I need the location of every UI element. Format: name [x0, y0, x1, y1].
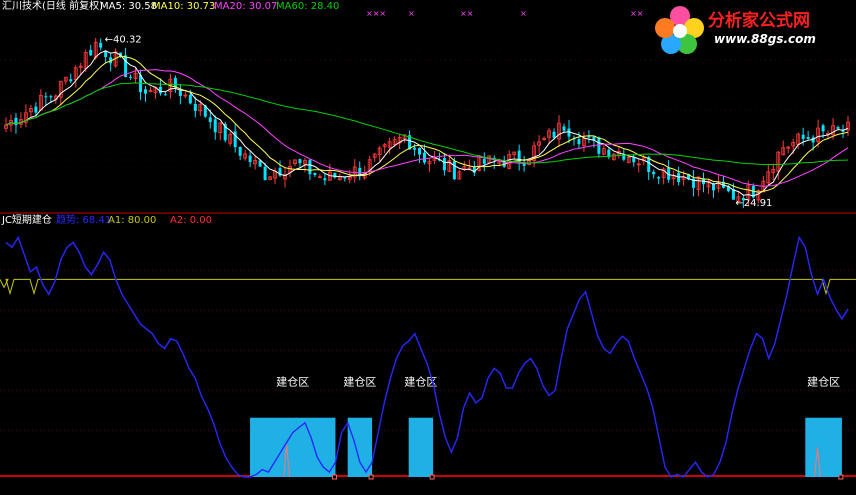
candle-body — [442, 158, 446, 171]
chart-canvas: ←40.32←24.91×××××××××建仓区建仓区建仓区建仓区建仓区 — [0, 9, 856, 480]
candle-body — [806, 136, 810, 139]
candle-body — [248, 155, 252, 162]
ma10-line — [5, 55, 849, 193]
candle-body — [298, 159, 302, 164]
candle-body — [836, 126, 840, 129]
top-signal-marker: ×× — [460, 9, 473, 18]
top-signal-marker: × — [520, 9, 527, 18]
ma10-label: MA10: 30.73 — [152, 1, 216, 12]
candle-body — [49, 96, 53, 98]
candle-body — [323, 178, 327, 181]
top-signal-marker: ×× — [630, 9, 643, 18]
candle-body — [99, 42, 103, 48]
candle-body — [129, 76, 133, 78]
top-signal-marker: × — [408, 9, 415, 18]
candle-body — [413, 147, 417, 150]
candle-body — [821, 125, 825, 132]
low-marker: ←24.91 — [735, 198, 772, 209]
a1-line — [0, 278, 856, 296]
candle-body — [552, 131, 556, 138]
ma60-label: MA60: 28.40 — [276, 1, 340, 12]
price-panel-title: 汇川技术(日线 前复权) — [2, 1, 103, 12]
buy-zone-bar — [408, 417, 434, 477]
zone-end-marker — [368, 474, 374, 480]
buy-zone-label: 建仓区 — [276, 375, 309, 389]
candle-body — [69, 79, 73, 82]
high-marker: ←40.32 — [105, 35, 142, 46]
candle-body — [308, 159, 312, 175]
candle-body — [188, 94, 192, 104]
candle-body — [577, 139, 581, 145]
buy-zone-label: 建仓区 — [343, 375, 376, 389]
indicator-title: JC短期建仓 — [2, 215, 52, 226]
candle-body — [801, 134, 805, 139]
a1-label: A1: 80.00 — [108, 215, 157, 226]
candle-body — [423, 152, 427, 163]
ma5-label: MA5: 30.58 — [100, 1, 158, 12]
logo-title: 分析家公式网 — [708, 11, 810, 31]
logo-url: www.88gs.com — [714, 32, 816, 46]
candle-body — [482, 158, 486, 164]
candle-body — [313, 172, 317, 175]
a2-label: A2: 0.00 — [170, 215, 213, 226]
candle-body — [178, 90, 182, 96]
candle-body — [562, 126, 566, 131]
ma5-line — [5, 50, 849, 197]
candle-body — [652, 171, 656, 175]
candle-body — [238, 146, 242, 156]
zone-end-marker — [331, 474, 337, 480]
ma20-label: MA20: 30.07 — [214, 1, 278, 12]
candle-body — [213, 119, 217, 133]
candle-body — [587, 136, 591, 138]
candle-body — [452, 160, 456, 180]
top-signal-marker: ××× — [366, 9, 386, 18]
chart-stage: ←40.32←24.91×××××××××建仓区建仓区建仓区建仓区建仓区 汇川技… — [0, 0, 856, 495]
trend-label: 趋势: 68.41 — [56, 215, 112, 226]
zone-end-marker — [429, 474, 435, 480]
candle-body — [89, 49, 93, 56]
candle-body — [657, 177, 661, 179]
candle-body — [263, 166, 267, 181]
buy-zone-label: 建仓区 — [807, 375, 840, 389]
buy-zone-bar — [805, 417, 842, 477]
candle-body — [193, 104, 197, 111]
candle-body — [163, 94, 167, 96]
site-logo: 分析家公式网 www.88gs.com — [654, 2, 854, 58]
candle-body — [711, 183, 715, 191]
candle-body — [144, 89, 148, 94]
buy-zone-bar — [250, 417, 336, 477]
candle-body — [44, 96, 48, 98]
flower-logo-icon — [655, 6, 704, 54]
ma20-line — [5, 69, 849, 187]
candle-body — [418, 148, 422, 155]
candle-body — [522, 163, 526, 166]
candle-body — [34, 106, 38, 113]
candle-body — [208, 117, 212, 123]
zone-end-marker — [838, 474, 844, 480]
candle-body — [597, 137, 601, 154]
candle-body — [343, 177, 347, 179]
